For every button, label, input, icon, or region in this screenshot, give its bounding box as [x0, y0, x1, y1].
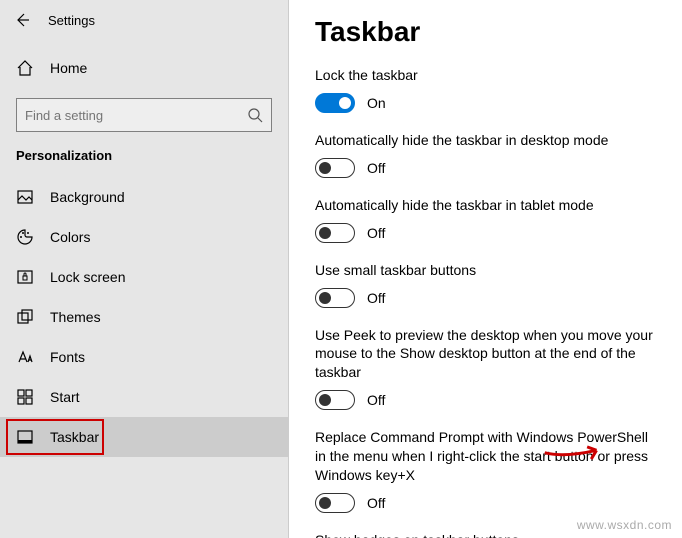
window-title: Settings — [48, 13, 95, 28]
toggle-row: On — [315, 93, 656, 113]
sidebar-item-label: Background — [50, 189, 125, 205]
taskbar-icon — [16, 428, 36, 446]
setting-group: Use Peek to preview the desktop when you… — [315, 326, 656, 411]
toggle-state-label: Off — [367, 495, 385, 511]
search-icon — [247, 107, 263, 123]
setting-label: Use small taskbar buttons — [315, 261, 656, 280]
sidebar-item-label: Fonts — [50, 349, 85, 365]
sidebar-item-colors[interactable]: Colors — [0, 217, 288, 257]
page-title: Taskbar — [315, 16, 656, 48]
sidebar-item-label: Colors — [50, 229, 90, 245]
toggle-row: Off — [315, 223, 656, 243]
home-label: Home — [50, 60, 87, 76]
toggle-switch[interactable] — [315, 93, 355, 113]
setting-label: Automatically hide the taskbar in deskto… — [315, 131, 656, 150]
back-button[interactable] — [8, 6, 36, 34]
toggle-switch[interactable] — [315, 493, 355, 513]
sidebar: Settings Home Personalization Background… — [0, 0, 289, 538]
sidebar-item-label: Lock screen — [50, 269, 125, 285]
toggle-row: Off — [315, 390, 656, 410]
toggle-row: Off — [315, 493, 656, 513]
titlebar: Settings — [0, 0, 288, 40]
back-arrow-icon — [14, 12, 30, 28]
toggle-row: Off — [315, 288, 656, 308]
setting-group: Lock the taskbar On — [315, 66, 656, 113]
toggle-switch[interactable] — [315, 158, 355, 178]
toggle-row: Off — [315, 158, 656, 178]
themes-icon — [16, 308, 36, 326]
background-icon — [16, 188, 36, 206]
toggle-state-label: Off — [367, 392, 385, 408]
setting-group: Replace Command Prompt with Windows Powe… — [315, 428, 656, 513]
toggle-switch[interactable] — [315, 288, 355, 308]
search-input[interactable] — [25, 108, 247, 123]
setting-group: Automatically hide the taskbar in deskto… — [315, 131, 656, 178]
toggle-switch[interactable] — [315, 223, 355, 243]
sidebar-item-label: Start — [50, 389, 80, 405]
setting-group: Show badges on taskbar buttonsOn — [315, 531, 656, 538]
category-header: Personalization — [0, 144, 288, 177]
setting-group: Use small taskbar buttons Off — [315, 261, 656, 308]
lockscreen-icon — [16, 268, 36, 286]
sidebar-item-start[interactable]: Start — [0, 377, 288, 417]
colors-icon — [16, 228, 36, 246]
sidebar-item-lockscreen[interactable]: Lock screen — [0, 257, 288, 297]
setting-label: Use Peek to preview the desktop when you… — [315, 326, 656, 383]
nav-list: Background Colors Lock screen Themes Fonts St… — [0, 177, 288, 457]
toggle-state-label: Off — [367, 160, 385, 176]
fonts-icon — [16, 348, 36, 366]
setting-group: Automatically hide the taskbar in tablet… — [315, 196, 656, 243]
home-nav[interactable]: Home — [0, 48, 288, 88]
sidebar-item-fonts[interactable]: Fonts — [0, 337, 288, 377]
main-content: Taskbar Lock the taskbar On Automatically … — [289, 0, 682, 538]
search-box[interactable] — [16, 98, 272, 132]
toggle-state-label: Off — [367, 290, 385, 306]
setting-label: Automatically hide the taskbar in tablet… — [315, 196, 656, 215]
toggle-state-label: Off — [367, 225, 385, 241]
setting-label: Replace Command Prompt with Windows Powe… — [315, 428, 656, 485]
sidebar-item-label: Themes — [50, 309, 101, 325]
toggle-state-label: On — [367, 95, 386, 111]
sidebar-item-background[interactable]: Background — [0, 177, 288, 217]
setting-label: Lock the taskbar — [315, 66, 656, 85]
home-icon — [16, 59, 36, 77]
setting-label: Show badges on taskbar buttons — [315, 531, 656, 538]
sidebar-item-themes[interactable]: Themes — [0, 297, 288, 337]
sidebar-item-taskbar[interactable]: Taskbar — [0, 417, 288, 457]
start-icon — [16, 388, 36, 406]
sidebar-item-label: Taskbar — [50, 429, 99, 445]
toggle-switch[interactable] — [315, 390, 355, 410]
